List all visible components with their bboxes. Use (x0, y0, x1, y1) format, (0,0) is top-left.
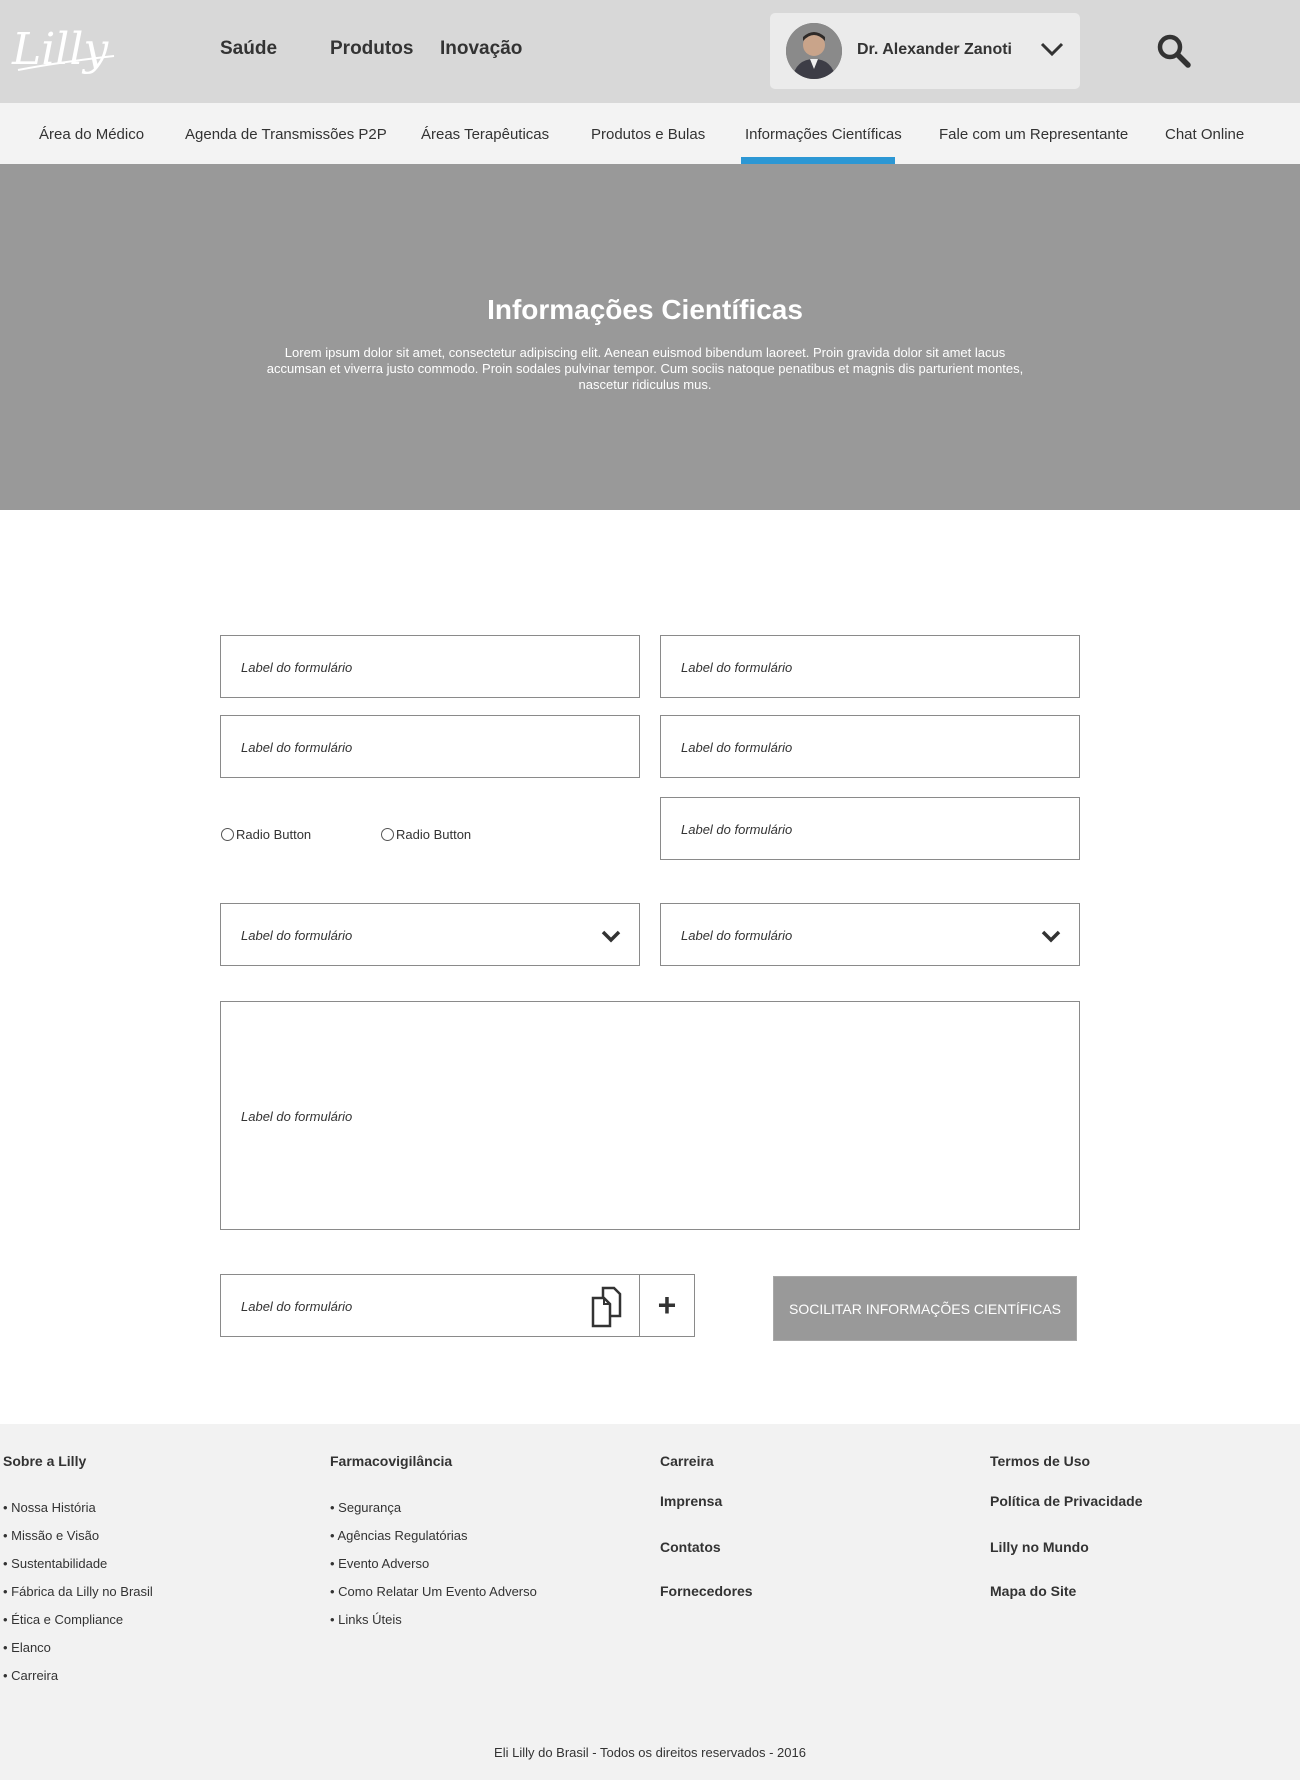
file-upload-field[interactable]: Label do formulário (220, 1274, 640, 1337)
hero-description: Lorem ipsum dolor sit amet, consectetur … (266, 345, 1024, 392)
add-file-button[interactable]: + (639, 1274, 695, 1337)
user-menu[interactable]: Dr. Alexander Zanoti (770, 13, 1080, 89)
form-select-1[interactable]: Label do formulário (220, 903, 640, 966)
footer-link-termos[interactable]: Termos de Uso (990, 1453, 1090, 1469)
nav-inovacao[interactable]: Inovação (440, 38, 522, 60)
field-label: Label do formulário (241, 660, 353, 675)
subnav-informacoes-cientificas[interactable]: Informações Científicas (745, 126, 902, 143)
footer-link[interactable]: • Sustentabilidade (3, 1556, 107, 1571)
chevron-down-icon[interactable] (1040, 41, 1064, 62)
submit-button[interactable]: SOCILITAR INFORMAÇÕES CIENTÍFICAS (773, 1276, 1077, 1341)
footer-link[interactable]: • Elanco (3, 1640, 51, 1655)
subnav-produtos-e-bulas[interactable]: Produtos e Bulas (591, 126, 705, 143)
svg-text:Lilly: Lilly (11, 24, 109, 75)
footer-link[interactable]: • Missão e Visão (3, 1528, 99, 1543)
form-field-5[interactable]: Label do formulário (660, 797, 1080, 860)
radio-circle[interactable] (381, 828, 394, 841)
footer-link-contatos[interactable]: Contatos (660, 1539, 721, 1555)
footer-link-lilly-no-mundo[interactable]: Lilly no Mundo (990, 1539, 1089, 1555)
footer-link[interactable]: • Links Úteis (330, 1612, 402, 1627)
form-field-3[interactable]: Label do formulário (220, 715, 640, 778)
field-label: Label do formulário (681, 660, 793, 675)
footer-heading-farmacovigilancia[interactable]: Farmacovigilância (330, 1453, 452, 1469)
subnav-fale-com-representante[interactable]: Fale com um Representante (939, 126, 1128, 143)
lilly-logo[interactable]: Lilly (10, 16, 120, 82)
footer-link[interactable]: • Agências Regulatórias (330, 1528, 468, 1543)
radio-option-1[interactable]: Radio Button (221, 827, 311, 842)
radio-label: Radio Button (236, 827, 312, 842)
footer-link[interactable]: • Nossa História (3, 1500, 96, 1515)
field-label: Label do formulário (241, 1299, 353, 1314)
footer-link-privacidade[interactable]: Política de Privacidade (990, 1493, 1143, 1509)
form-field-1[interactable]: Label do formulário (220, 635, 640, 698)
form-select-2[interactable]: Label do formulário (660, 903, 1080, 966)
footer-link[interactable]: • Segurança (330, 1500, 401, 1515)
secondary-nav: Área do Médico Agenda de Transmissões P2… (0, 103, 1300, 164)
nav-produtos[interactable]: Produtos (330, 38, 413, 60)
active-tab-indicator (741, 157, 895, 164)
footer-link-fornecedores[interactable]: Fornecedores (660, 1583, 753, 1599)
radio-option-2[interactable]: Radio Button (381, 827, 471, 842)
site-footer (0, 1424, 1300, 1780)
nav-saude[interactable]: Saúde (220, 38, 277, 60)
chevron-down-icon[interactable] (1041, 929, 1061, 948)
field-label: Label do formulário (681, 928, 793, 943)
copyright-text: Eli Lilly do Brasil - Todos os direitos … (494, 1745, 806, 1760)
user-name: Dr. Alexander Zanoti (857, 41, 1012, 58)
footer-link[interactable]: • Evento Adverso (330, 1556, 429, 1571)
field-label: Label do formulário (681, 740, 793, 755)
footer-link[interactable]: • Fábrica da Lilly no Brasil (3, 1584, 153, 1599)
hero-banner: Informações Científicas Lorem ipsum dolo… (0, 164, 1300, 510)
footer-link[interactable]: • Como Relatar Um Evento Adverso (330, 1584, 537, 1599)
search-icon[interactable] (1156, 33, 1192, 74)
page-title: Informações Científicas (487, 294, 803, 325)
field-label: Label do formulário (241, 740, 353, 755)
footer-heading-sobre[interactable]: Sobre a Lilly (3, 1453, 86, 1469)
chevron-down-icon[interactable] (601, 929, 621, 948)
radio-label: Radio Button (396, 827, 472, 842)
form-field-4[interactable]: Label do formulário (660, 715, 1080, 778)
field-label: Label do formulário (681, 822, 793, 837)
subnav-areas-terapeuticas[interactable]: Áreas Terapêuticas (421, 126, 549, 143)
form-field-2[interactable]: Label do formulário (660, 635, 1080, 698)
subnav-area-do-medico[interactable]: Área do Médico (39, 126, 144, 143)
radio-circle[interactable] (221, 828, 234, 841)
footer-link-mapa-do-site[interactable]: Mapa do Site (990, 1583, 1076, 1599)
file-copy-icon[interactable] (590, 1286, 632, 1333)
footer-link[interactable]: • Ética e Compliance (3, 1612, 123, 1627)
field-label: Label do formulário (241, 1109, 353, 1124)
footer-link-imprensa[interactable]: Imprensa (660, 1493, 722, 1509)
field-label: Label do formulário (241, 928, 353, 943)
form-textarea[interactable]: Label do formulário (220, 1001, 1080, 1230)
footer-link-carreira[interactable]: Carreira (660, 1453, 714, 1469)
avatar (786, 23, 842, 79)
subnav-chat-online[interactable]: Chat Online (1165, 126, 1244, 143)
subnav-agenda-p2p[interactable]: Agenda de Transmissões P2P (185, 126, 387, 143)
site-header: Lilly Saúde Produtos Inovação Dr. Alexan… (0, 0, 1300, 103)
footer-link[interactable]: • Carreira (3, 1668, 58, 1683)
